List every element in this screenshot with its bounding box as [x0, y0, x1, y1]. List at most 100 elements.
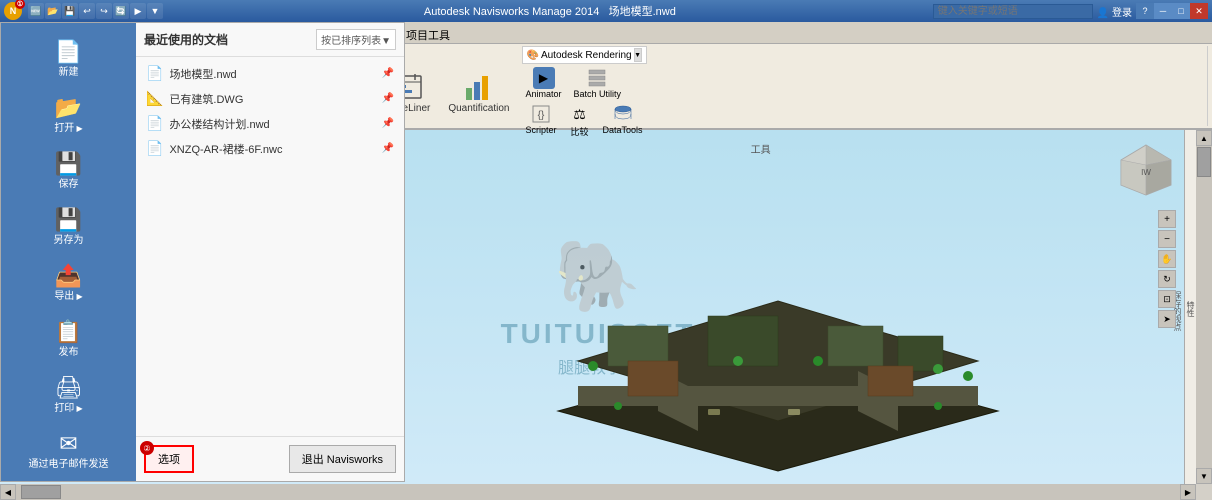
horizontal-scrollbar[interactable]: ◀ ▶	[0, 484, 1196, 500]
pin-icon-1[interactable]: 📌	[382, 68, 394, 79]
print-icon: 🖨	[55, 375, 83, 401]
scroll-left-btn[interactable]: ◀	[0, 484, 16, 500]
saveas-label: 另存为	[54, 235, 84, 247]
menu-item-saveas[interactable]: 💾 另存为	[1, 199, 136, 255]
recent-file-3[interactable]: 📄 办公楼结构计划.nwd 📌	[140, 111, 400, 136]
datatools-btn[interactable]: DataTools	[599, 102, 647, 139]
orbit-btn[interactable]: ↻	[1158, 270, 1176, 288]
file-icon-1: 📄	[146, 65, 163, 82]
menu-item-export[interactable]: 📤 导出	[1, 255, 136, 311]
pin-icon-4[interactable]: 📌	[382, 143, 394, 154]
new-btn[interactable]: 🆕	[28, 3, 44, 19]
file-name-2: 已有建筑.DWG	[169, 91, 375, 107]
menu-item-print[interactable]: 🖨 打印	[1, 367, 136, 423]
export-label: 导出	[54, 291, 82, 303]
restore-button[interactable]: □	[1172, 3, 1190, 19]
save-btn[interactable]: 💾	[62, 3, 78, 19]
open-folder-icon: 📂	[55, 95, 82, 121]
minimize-button[interactable]: ─	[1154, 3, 1172, 19]
open-label: 打开	[54, 123, 82, 135]
recent-files-list: 📄 场地模型.nwd 📌 📐 已有建筑.DWG 📌 📄 办公楼结构计划.nwd …	[136, 57, 404, 436]
autodesk-rendering-btn[interactable]: 🎨 Autodesk Rendering ▼	[522, 46, 647, 64]
animator-btn[interactable]: ▶ Animator	[522, 66, 566, 100]
scroll-thumb-h[interactable]	[21, 485, 61, 499]
quantification-btn[interactable]: Quantification	[442, 69, 515, 116]
compare-btn[interactable]: ⚖ 比较	[565, 102, 595, 139]
svg-text:IW: IW	[1141, 168, 1151, 177]
tools-group-label: 工具	[318, 141, 1203, 156]
fit-btn[interactable]: ⊡	[1158, 290, 1176, 308]
scroll-right-btn[interactable]: ▶	[1180, 484, 1196, 500]
close-button[interactable]: ✕	[1190, 3, 1208, 19]
animator-label: Animator	[526, 89, 562, 99]
sync-btn[interactable]: 🔄	[113, 3, 129, 19]
file-name-4: XNZQ-AR-裙楼-6F.nwc	[169, 141, 375, 157]
export-icon: 📤	[55, 263, 82, 289]
tools-row2: ▶ Animator Batch Utility	[522, 66, 647, 100]
publish-label: 发布	[59, 347, 79, 359]
pin-icon-2[interactable]: 📌	[382, 93, 394, 104]
quick-access-toolbar: 🆕 📂 💾 ↩ ↪ 🔄 ▶ ▼	[28, 3, 163, 19]
scripter-label: Scripter	[526, 125, 557, 135]
batch-utility-icon	[586, 67, 608, 89]
file-icon-3: 📄	[146, 115, 163, 132]
options-btn-wrapper: ② 选项	[144, 445, 194, 473]
menu-item-save[interactable]: 💾 保存	[1, 143, 136, 199]
save-doc-icon: 💾	[55, 151, 82, 177]
title-bar-title: Autodesk Navisworks Manage 2014 场地模型.nwd	[167, 3, 933, 19]
dropdown-left-panel: 📄 新建 📂 打开 💾 保存 💾 另存为 📤 导出 📋 发布 🖨 打印 ✉	[1, 23, 136, 481]
batch-utility-label: Batch Utility	[574, 89, 622, 99]
recent-file-2[interactable]: 📐 已有建筑.DWG 📌	[140, 86, 400, 111]
new-doc-icon: 📄	[55, 39, 82, 65]
saveas-icon: 💾	[55, 207, 82, 233]
print-label: 打印	[54, 403, 82, 415]
publish-icon: 📋	[55, 319, 82, 345]
dropdown-right-panel: 最近使用的文档 按已排序列表▼ 📄 场地模型.nwd 📌 📐 已有建筑.DWG …	[136, 23, 404, 481]
properties-tab[interactable]: 特性	[1185, 301, 1196, 317]
viewport-tools: + − ✋ ↻ ⊡ ➤	[1158, 210, 1176, 328]
svg-text:{}: {}	[538, 110, 545, 121]
file-icon-4: 📄	[146, 140, 163, 157]
search-input[interactable]	[933, 4, 1093, 19]
exit-button[interactable]: 退出 Navisworks	[289, 445, 396, 473]
title-bar: N ① 🆕 📂 💾 ↩ ↪ 🔄 ▶ ▼ Autodesk Navisworks …	[0, 0, 1212, 22]
save-label: 保存	[59, 179, 79, 191]
pin-icon-3[interactable]: 📌	[382, 118, 394, 129]
app-logo: N ①	[4, 2, 22, 20]
arrow-btn[interactable]: ▶	[130, 3, 146, 19]
recent-file-4[interactable]: 📄 XNZQ-AR-裙楼-6F.nwc 📌	[140, 136, 400, 161]
sort-dropdown[interactable]: 按已排序列表▼	[316, 29, 396, 50]
pan-btn[interactable]: ✋	[1158, 250, 1176, 268]
rendering-label: Autodesk Rendering	[541, 50, 632, 61]
dropdown-menu: 📄 新建 📂 打开 💾 保存 💾 另存为 📤 导出 📋 发布 🖨 打印 ✉	[0, 22, 405, 482]
options-badge: ②	[140, 441, 154, 455]
zoom-in-btn[interactable]: +	[1158, 210, 1176, 228]
help-button[interactable]: ?	[1136, 3, 1154, 19]
zoom-out-btn[interactable]: −	[1158, 230, 1176, 248]
menu-item-email[interactable]: ✉ 通过电子邮件发送	[1, 423, 136, 479]
menu-item-new[interactable]: 📄 新建	[1, 31, 136, 87]
3d-building	[478, 161, 1078, 484]
email-icon: ✉	[59, 431, 77, 457]
open-btn[interactable]: 📂	[45, 3, 61, 19]
redo-btn[interactable]: ↪	[96, 3, 112, 19]
logo-badge: ①	[15, 0, 25, 9]
user-icon[interactable]: 👤 登录	[1097, 4, 1132, 19]
scripter-btn[interactable]: {} Scripter	[522, 102, 561, 139]
batch-utility-btn[interactable]: Batch Utility	[570, 66, 626, 100]
dropdown-arrow[interactable]: ▼	[147, 3, 163, 19]
tools-stack-right: 🎨 Autodesk Rendering ▼ ▶ Animator	[522, 46, 647, 139]
rendering-dropdown-arrow[interactable]: ▼	[634, 48, 642, 62]
flythrough-btn[interactable]: ➤	[1158, 310, 1176, 328]
compare-icon: ⚖	[569, 103, 591, 125]
dropdown-footer: ② 选项 退出 Navisworks	[136, 436, 404, 481]
recent-file-1[interactable]: 📄 场地模型.nwd 📌	[140, 61, 400, 86]
quantification-icon	[463, 71, 495, 103]
menu-item-open[interactable]: 📂 打开	[1, 87, 136, 143]
animator-icon: ▶	[533, 67, 555, 89]
menu-item-publish[interactable]: 📋 发布	[1, 311, 136, 367]
tools-group-items: CD ClashDetective TimeLi	[318, 46, 1203, 139]
undo-btn[interactable]: ↩	[79, 3, 95, 19]
scroll-down-btn[interactable]: ▼	[1196, 468, 1212, 484]
vertical-scrollbar[interactable]: ▲ ▼	[1196, 130, 1212, 484]
